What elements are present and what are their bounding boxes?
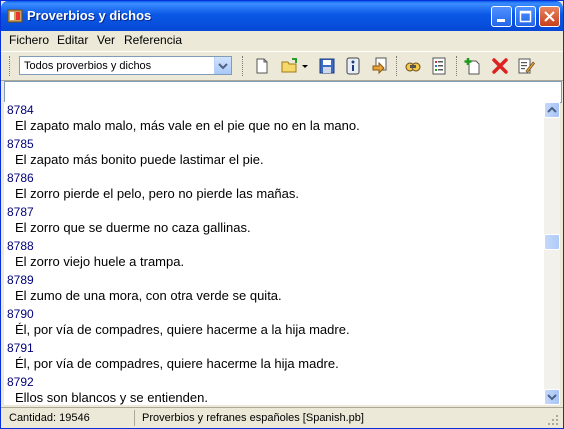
resize-grip-icon[interactable] bbox=[547, 414, 559, 426]
minimize-button[interactable] bbox=[491, 6, 512, 27]
edit-icon[interactable] bbox=[517, 57, 535, 75]
menu-fichero[interactable]: Fichero bbox=[9, 33, 49, 47]
info-icon[interactable] bbox=[344, 57, 362, 75]
delete-icon[interactable] bbox=[491, 57, 509, 75]
status-source: Proverbios y refranes españoles [Spanish… bbox=[142, 412, 364, 424]
toolbar-grip[interactable] bbox=[9, 56, 12, 76]
entry-number: 8790 bbox=[7, 307, 34, 321]
entry-number: 8788 bbox=[7, 239, 34, 253]
entry-text[interactable]: El zapato más bonito puede lastimar el p… bbox=[15, 152, 264, 167]
title-bar[interactable]: Proverbios y dichos bbox=[1, 1, 563, 31]
entry-number: 8791 bbox=[7, 341, 34, 355]
scroll-thumb[interactable] bbox=[544, 234, 560, 250]
open-icon[interactable] bbox=[281, 57, 299, 75]
combo-dropdown-button[interactable] bbox=[214, 57, 231, 74]
maximize-button[interactable] bbox=[515, 6, 536, 27]
close-button[interactable] bbox=[539, 6, 560, 27]
find-icon[interactable] bbox=[404, 57, 422, 75]
minimize-icon bbox=[497, 19, 505, 22]
toolbar-grip-2[interactable] bbox=[242, 56, 245, 76]
chevron-up-icon bbox=[547, 106, 557, 113]
status-separator bbox=[134, 410, 135, 426]
status-bar: Cantidad: 19546 Proverbios y refranes es… bbox=[1, 407, 563, 428]
entry-text[interactable]: El zumo de una mora, con otra verde se q… bbox=[15, 288, 282, 303]
status-count: Cantidad: 19546 bbox=[9, 412, 90, 424]
entry-number: 8786 bbox=[7, 171, 34, 185]
entry-number: 8785 bbox=[7, 137, 34, 151]
toolbar-grip-4 bbox=[456, 56, 459, 76]
entry-text[interactable]: Él, por vía de compadres, quiere hacerme… bbox=[15, 356, 339, 371]
add-icon[interactable] bbox=[464, 57, 482, 75]
entry-text[interactable]: El zapato malo malo, más vale en el pie … bbox=[15, 118, 360, 133]
entry-number: 8787 bbox=[7, 205, 34, 219]
close-icon bbox=[544, 11, 555, 22]
menu-referencia[interactable]: Referencia bbox=[124, 33, 182, 47]
window-title: Proverbios y dichos bbox=[27, 8, 152, 23]
category-select-value: Todos proverbios y dichos bbox=[24, 60, 152, 72]
maximize-icon bbox=[519, 10, 532, 23]
entry-text[interactable]: Él, por vía de compadres, quiere hacerme… bbox=[15, 322, 350, 337]
dropdown-arrow-icon[interactable] bbox=[300, 57, 310, 75]
new-icon[interactable] bbox=[253, 57, 271, 75]
app-icon bbox=[7, 9, 23, 23]
entry-text[interactable]: Ellos son blancos y se entienden. bbox=[15, 390, 208, 405]
entry-text[interactable]: El zorro viejo huele a trampa. bbox=[15, 254, 184, 269]
toolbar-grip-3 bbox=[396, 56, 399, 76]
entry-number: 8789 bbox=[7, 273, 34, 287]
menu-ver[interactable]: Ver bbox=[97, 33, 115, 47]
entry-number: 8784 bbox=[7, 103, 34, 117]
vertical-scrollbar[interactable] bbox=[544, 102, 560, 405]
search-field[interactable] bbox=[4, 81, 562, 103]
list-icon[interactable] bbox=[430, 57, 448, 75]
scroll-down-button[interactable] bbox=[544, 389, 560, 405]
chevron-down-icon bbox=[547, 394, 557, 401]
export-icon[interactable] bbox=[371, 57, 389, 75]
proverb-list[interactable]: 8784 El zapato malo malo, más vale en el… bbox=[4, 102, 544, 405]
menu-editar[interactable]: Editar bbox=[57, 33, 88, 47]
save-icon[interactable] bbox=[318, 57, 336, 75]
menu-bar: Fichero Editar Ver Referencia bbox=[1, 31, 563, 50]
chevron-down-icon bbox=[218, 63, 228, 70]
category-select[interactable]: Todos proverbios y dichos bbox=[19, 56, 232, 75]
entry-text[interactable]: El zorro que se duerme no caza gallinas. bbox=[15, 220, 251, 235]
entry-text[interactable]: El zorro pierde el pelo, pero no pierde … bbox=[15, 186, 299, 201]
entry-number: 8792 bbox=[7, 375, 34, 389]
scroll-up-button[interactable] bbox=[544, 102, 560, 118]
toolbar: Todos proverbios y dichos bbox=[1, 51, 563, 81]
app-window: Proverbios y dichos Fichero Editar Ver R… bbox=[0, 0, 564, 429]
